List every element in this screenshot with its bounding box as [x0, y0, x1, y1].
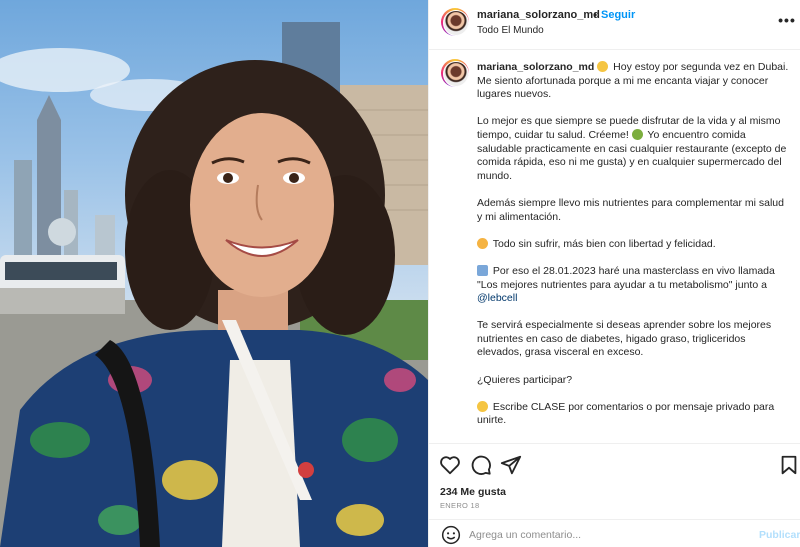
bookmark-icon[interactable]	[778, 454, 800, 476]
more-options-icon[interactable]: •••	[777, 12, 797, 28]
post-header: mariana_solorzano_md • Seguir Todo El Mu…	[429, 0, 800, 50]
caption-text: mariana_solorzano_md Hoy estoy por segun…	[477, 61, 789, 442]
follow-button[interactable]: Seguir	[601, 9, 635, 21]
smiley-icon[interactable]	[441, 525, 461, 545]
salad-icon	[631, 128, 643, 140]
comment-input[interactable]	[469, 526, 739, 544]
mention-link[interactable]: @lebcell	[477, 292, 517, 304]
post-side-panel: mariana_solorzano_md • Seguir Todo El Mu…	[428, 0, 800, 547]
send-icon[interactable]	[500, 454, 522, 476]
author-username[interactable]: mariana_solorzano_md	[477, 9, 600, 21]
caption-paragraph-6: Te servirá especialmente si deseas apren…	[477, 319, 772, 359]
author-avatar[interactable]	[441, 8, 469, 36]
happy-face-icon	[597, 61, 609, 72]
caption-author-avatar[interactable]	[441, 59, 469, 87]
post-actions: 234 Me gusta ENERO 18 Publicar	[429, 443, 800, 547]
heart-icon[interactable]	[439, 454, 461, 476]
caption-paragraph-4: Todo sin sufrir, más bien con libertad y…	[492, 237, 716, 250]
smiling-face-icon	[477, 237, 488, 249]
caption-section: mariana_solorzano_md Hoy estoy por segun…	[429, 51, 800, 443]
calendar-icon	[477, 264, 488, 276]
caption-paragraph-8: Escribe CLASE por comentarios o por mens…	[477, 400, 775, 427]
header-separator: •	[593, 8, 598, 22]
post-location[interactable]: Todo El Mundo	[477, 25, 544, 36]
post-date: ENERO 18	[440, 501, 480, 510]
likes-count[interactable]: 234 Me gusta	[440, 486, 506, 498]
caption-paragraph-7: ¿Quieres participar?	[477, 373, 573, 386]
caption-author-username[interactable]: mariana_solorzano_md	[477, 61, 594, 73]
pointing-hand-icon	[477, 400, 488, 412]
caption-paragraph-5: Por eso el 28.01.2023 haré una mastercla…	[477, 264, 775, 291]
caption-paragraph-3: Además siempre llevo mis nutrientes para…	[477, 196, 784, 223]
publish-button[interactable]: Publicar	[759, 529, 800, 541]
comment-icon[interactable]	[470, 454, 492, 476]
post-photo[interactable]	[0, 0, 428, 547]
comment-bar: Publicar	[429, 519, 800, 547]
selfie-illustration	[0, 22, 428, 547]
